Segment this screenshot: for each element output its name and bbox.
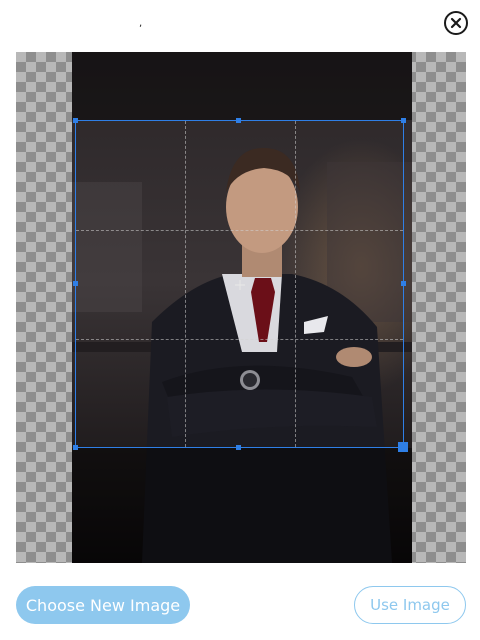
- close-icon: [450, 17, 462, 29]
- crop-handle-top-right[interactable]: [401, 118, 406, 123]
- crop-handle-top-left[interactable]: [73, 118, 78, 123]
- crop-handle-bottom-left[interactable]: [73, 445, 78, 450]
- stray-mark: ,: [139, 18, 143, 29]
- resize-handle-icon[interactable]: [398, 442, 408, 452]
- crop-grid-line: [185, 121, 186, 447]
- crop-handle-left[interactable]: [73, 281, 78, 286]
- crop-handle-right[interactable]: [401, 281, 406, 286]
- crop-handle-bottom[interactable]: [236, 445, 241, 450]
- crop-grid-line: [76, 339, 403, 340]
- crop-handle-top[interactable]: [236, 118, 241, 123]
- close-button[interactable]: [444, 11, 468, 35]
- use-image-button[interactable]: Use Image: [354, 586, 466, 624]
- crosshair-icon: [235, 280, 245, 290]
- crop-box[interactable]: [73, 118, 408, 452]
- crop-canvas[interactable]: [16, 52, 466, 563]
- crop-grid-line: [295, 121, 296, 447]
- crop-grid-line: [76, 230, 403, 231]
- choose-new-image-button[interactable]: Choose New Image: [16, 586, 190, 624]
